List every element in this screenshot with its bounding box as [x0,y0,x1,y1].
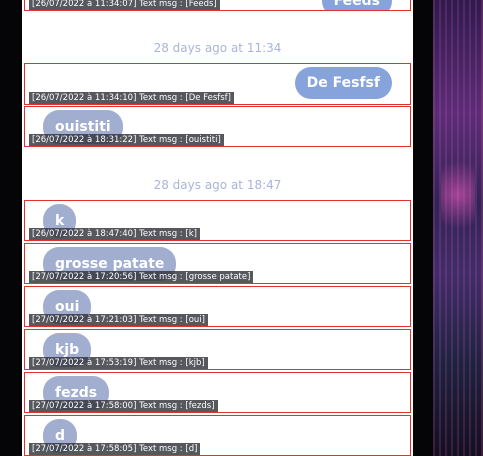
debug-log-label: [27/07/2022 à 17:58:05] Text msg : [d] [29,443,201,455]
debug-log-label: [27/07/2022 à 17:20:56] Text msg : [gros… [29,271,254,283]
date-separator: 28 days ago at 11:34 [153,41,282,55]
debug-log-label: [27/07/2022 à 17:58:00] Text msg : [fezd… [29,400,218,412]
wallpaper-background [433,0,483,456]
message-row[interactable]: grosse patate [27/07/2022 à 17:20:56] Te… [24,243,411,284]
date-separator: 28 days ago at 18:47 [153,178,282,192]
message-row[interactable]: oui [27/07/2022 à 17:21:03] Text msg : [… [24,286,411,327]
outgoing-message-bubble[interactable]: De Fesfsf [294,67,392,99]
debug-log-label: [27/07/2022 à 17:53:19] Text msg : [kjb] [29,357,208,369]
debug-log-label: [26/07/2022 à 11:34:07] Text msg : [Feed… [29,0,220,10]
message-row[interactable]: fezds [27/07/2022 à 17:58:00] Text msg :… [24,372,411,413]
message-row[interactable]: Feeds [26/07/2022 à 11:34:07] Text msg :… [24,0,411,11]
outgoing-message-bubble[interactable]: Feeds [321,0,392,10]
message-row[interactable]: k [26/07/2022 à 18:47:40] Text msg : [k] [24,200,411,241]
debug-log-label: [26/07/2022 à 11:34:10] Text msg : [De F… [29,92,234,104]
debug-log-label: [26/07/2022 à 18:47:40] Text msg : [k] [29,228,200,240]
debug-log-label: [27/07/2022 à 17:21:03] Text msg : [oui] [29,314,208,326]
message-row[interactable]: d [27/07/2022 à 17:58:05] Text msg : [d] [24,415,411,456]
message-row[interactable]: kjb [27/07/2022 à 17:53:19] Text msg : [… [24,329,411,370]
message-row[interactable]: De Fesfsf [26/07/2022 à 11:34:10] Text m… [24,63,411,105]
debug-log-label: [26/07/2022 à 18:31:22] Text msg : [ouis… [29,134,224,146]
message-row[interactable]: ouistiti [26/07/2022 à 18:31:22] Text ms… [24,106,411,147]
